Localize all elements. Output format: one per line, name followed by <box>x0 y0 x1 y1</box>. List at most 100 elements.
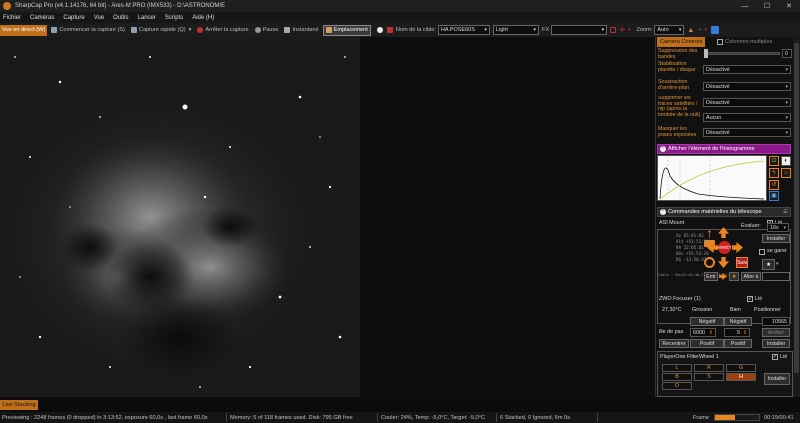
zoom-select[interactable]: Auto ▾ <box>654 25 685 35</box>
status-memory: Memory: 5 of 118 frames used. Disk: 795 … <box>228 413 378 422</box>
focuser-install-button[interactable]: Installer <box>762 339 790 348</box>
menu-view[interactable]: Vue <box>94 15 104 21</box>
menu-tools[interactable]: Outils <box>113 15 128 21</box>
start-capture-button[interactable]: Commencer la capture (S) <box>49 25 127 36</box>
placement-label: Emplacement <box>333 27 368 33</box>
triangle-icon[interactable]: ▲ <box>687 27 694 34</box>
contrast-icon[interactable]: ◐ <box>781 156 791 166</box>
tab-multi-columns[interactable]: Colonnes multiples <box>714 37 775 47</box>
stop-capture-button[interactable]: Arrêter la capture <box>195 25 250 36</box>
menu-help[interactable]: Aide (H) <box>192 15 214 21</box>
frame-type-select[interactable]: Light ▾ <box>492 25 539 35</box>
chevron-down-icon[interactable]: ▾ <box>628 27 631 33</box>
mount-stop-button[interactable]: ARRÊT <box>717 241 732 254</box>
reset-icon[interactable]: ↺ <box>769 180 779 190</box>
image-viewer[interactable] <box>0 37 360 397</box>
park-checkbox[interactable] <box>759 249 765 255</box>
histogram-header[interactable]: ⌃ Afficher l'élément de l'histogramme <box>657 144 791 154</box>
filter-o-button[interactable]: O <box>662 382 692 390</box>
filter-s-button[interactable]: S <box>694 373 724 381</box>
collapse-icon[interactable]: ⌃ <box>660 146 666 152</box>
live-stacking-tab[interactable]: Live Stacking <box>0 400 38 410</box>
power-icon[interactable]: ⏻ <box>769 156 779 166</box>
satellite-select[interactable]: Désactivé ▾ <box>703 98 791 107</box>
coarse-step-input[interactable]: 6000 ⇕ <box>690 328 716 337</box>
roi-icon[interactable] <box>610 27 617 33</box>
mount-install-button[interactable]: Installer <box>762 234 790 243</box>
filter-b-button[interactable]: B <box>662 373 692 381</box>
quick-capture-icon <box>130 27 137 33</box>
mount-spacer-button <box>762 272 790 281</box>
snapshot-label: Instantané <box>292 27 319 33</box>
record-icon[interactable] <box>376 27 383 33</box>
quick-capture-button[interactable]: Capture rapide (Q) ▾ <box>129 25 193 36</box>
fx-select[interactable]: ▾ <box>551 25 608 35</box>
mount-refresh-icon[interactable]: ↑ <box>706 226 718 240</box>
enter-button[interactable]: Entr <box>704 272 718 281</box>
stabilisation-select[interactable]: Désactivé ▾ <box>703 65 791 74</box>
banding-slider-handle[interactable] <box>704 49 708 58</box>
filterwheel-install-button[interactable]: Installer <box>764 373 790 385</box>
filter-l-button[interactable]: L <box>662 364 692 372</box>
exposure-mask-select-b[interactable]: Désactivé ▾ <box>703 128 791 137</box>
menu-scripts[interactable]: Scripts <box>165 15 183 21</box>
menu-icon[interactable]: ☰ <box>783 209 788 215</box>
menu-capture[interactable]: Capture <box>63 15 84 21</box>
mount-name: ASI Mount <box>659 220 685 226</box>
fine-negative-button[interactable]: Négatif <box>724 317 752 326</box>
background-select[interactable]: Désactivé ▾ <box>703 82 791 91</box>
chevron-down-icon[interactable]: ▾ <box>705 27 708 33</box>
recenter-button[interactable]: Recentrer <box>659 339 689 348</box>
fine-step-input[interactable]: 5 ⇕ <box>724 328 750 337</box>
menu-bar: Fichier Caméras Capture Vue Outils Lance… <box>0 12 800 23</box>
menu-cameras[interactable]: Caméras <box>30 15 54 21</box>
telescope-header[interactable]: ⌃ Commandes matérielles du télescope ☰ <box>657 207 791 217</box>
scrollbar-thumb[interactable] <box>794 43 799 373</box>
close-button[interactable]: ✕ <box>778 0 800 12</box>
sync-button[interactable]: Suiv <box>736 257 748 268</box>
reticle-icon[interactable]: ◔ <box>697 27 701 34</box>
tab-camera-controls[interactable]: Camera Controls <box>657 37 706 47</box>
pause-label: Pause <box>262 27 279 33</box>
minimize-button[interactable]: — <box>734 0 756 12</box>
menu-launch[interactable]: Lancer <box>138 15 156 21</box>
live-view-button[interactable]: Vue en direct (W) <box>0 24 48 36</box>
lock-icon[interactable]: ⌂ <box>781 168 791 178</box>
multi-columns-label: Colonnes multiples <box>725 39 773 45</box>
goto-star-icon[interactable]: ★ <box>729 272 739 281</box>
placement-button[interactable]: Emplacement <box>322 24 371 36</box>
focuser-stop-button[interactable]: Arrêter <box>762 328 790 337</box>
snapshot-button[interactable]: Instantané <box>282 25 320 36</box>
exposure-mask-select-a[interactable]: Aucun ▾ <box>703 113 791 122</box>
focuser-link-checkbox[interactable]: ✓ <box>747 296 753 302</box>
chevron-down-icon[interactable]: ▾ <box>776 261 779 267</box>
filter-g-button[interactable]: G <box>726 364 756 372</box>
star-icon[interactable]: ★ <box>762 259 775 270</box>
banding-slider[interactable] <box>704 52 780 55</box>
lightning-icon[interactable]: ϟ <box>769 168 779 178</box>
menu-file[interactable]: Fichier <box>3 15 21 21</box>
save-icon[interactable]: ▣ <box>769 191 779 201</box>
crosshair-icon[interactable]: ✛ <box>619 26 625 34</box>
rate-select[interactable]: 16x ▾ <box>767 223 789 232</box>
filter-h-button[interactable]: H <box>726 373 756 381</box>
filter-r-button[interactable]: R <box>694 364 724 372</box>
coarse-positive-button[interactable]: Positif <box>690 339 724 348</box>
filterwheel-link-label: Lié <box>780 354 788 360</box>
collapse-icon[interactable]: ⌃ <box>660 209 666 215</box>
panel-scrollbar[interactable] <box>793 37 800 397</box>
target-name-select[interactable]: HA POSE60S ▾ <box>437 25 490 35</box>
goto-button[interactable]: Aller à <box>741 272 761 281</box>
filterwheel-link-checkbox[interactable]: ✓ <box>772 354 778 360</box>
histogram-plot[interactable] <box>657 155 767 201</box>
pause-button[interactable]: Pause <box>253 25 281 36</box>
multi-columns-checkbox[interactable] <box>717 39 723 45</box>
pin-icon[interactable] <box>711 26 720 34</box>
coarse-negative-button[interactable]: Négatif <box>690 317 724 326</box>
no-dark-icon[interactable] <box>386 27 393 33</box>
banding-value[interactable]: 0 <box>782 49 792 58</box>
fine-positive-button[interactable]: Positif <box>724 339 752 348</box>
position-input[interactable]: 10565 <box>762 317 790 326</box>
chevron-down-icon: ▾ <box>678 27 682 33</box>
maximize-button[interactable]: ☐ <box>756 0 778 12</box>
